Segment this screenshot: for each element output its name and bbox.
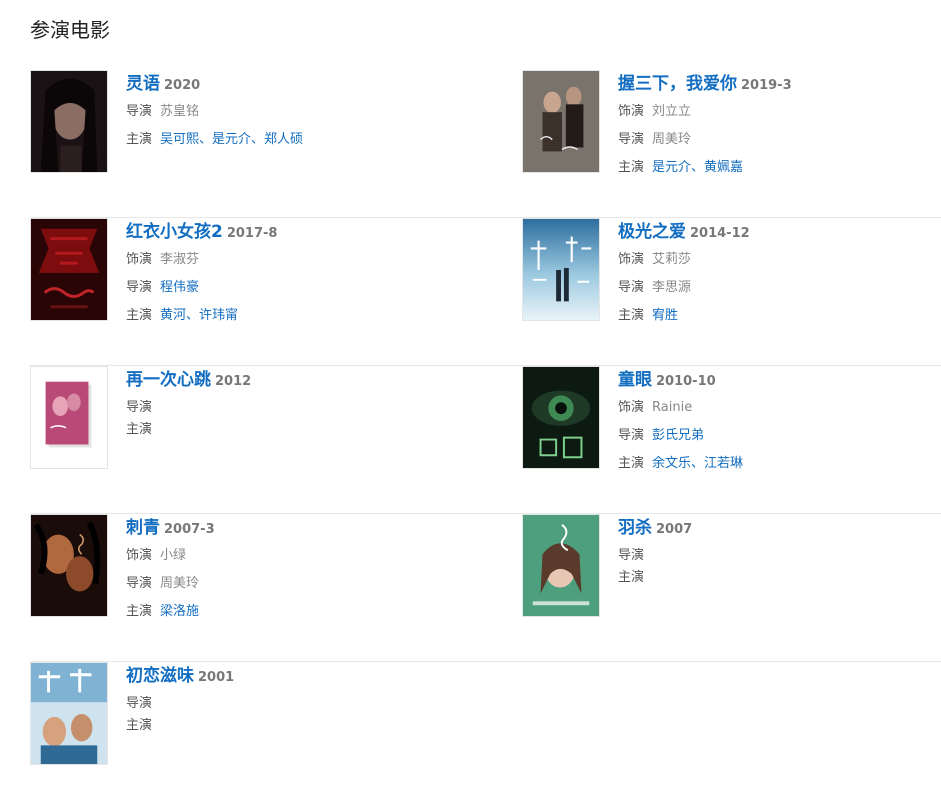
movie-title[interactable]: 灵语 [126, 74, 160, 94]
movie-title[interactable]: 红衣小女孩2 [126, 222, 223, 242]
cast-label: 主演 [618, 456, 645, 471]
director-label: 导演 [126, 280, 153, 295]
movie-card-yusha: 羽杀 2007 导演 主演 [522, 514, 941, 634]
movie-year: 2017-8 [226, 226, 278, 241]
movie-title[interactable]: 极光之爱 [618, 222, 686, 242]
role-name: 李淑芬 [160, 252, 200, 267]
poster-jiguang-icon[interactable] [522, 218, 600, 321]
role-name: 艾莉莎 [652, 252, 692, 267]
movie-row: 初恋滋味 2001 导演 主演 [30, 662, 941, 809]
movie-year: 2010-10 [656, 374, 716, 389]
poster-zaiyici-icon[interactable] [30, 366, 108, 469]
section-title: 参演电影 [30, 18, 110, 42]
director-label: 导演 [618, 280, 645, 295]
director-label: 导演 [618, 428, 645, 443]
role-name: 小绿 [160, 548, 187, 563]
role-label: 饰演 [126, 252, 153, 267]
cast-names[interactable]: 余文乐、江若琳 [652, 456, 743, 471]
cast-label: 主演 [126, 604, 153, 619]
movie-year: 2019-3 [741, 78, 792, 93]
movie-year: 2012 [215, 374, 252, 389]
movie-title[interactable]: 刺青 [126, 518, 160, 538]
director-label: 导演 [126, 104, 153, 119]
movie-row: 灵语 2020 导演 苏皇铭 主演 吴可熙、是元介、郑人硕 握三下，我爱你 20… [30, 70, 941, 218]
movie-year: 2007 [656, 522, 693, 537]
director-name[interactable]: 彭氏兄弟 [652, 428, 704, 443]
role-name: Rainie [652, 400, 693, 415]
poster-ciqing-icon[interactable] [30, 514, 108, 617]
movie-row: 再一次心跳 2012 导演 主演 童眼 2010-10 饰演 Rainie 导演… [30, 366, 941, 514]
movie-card-lingyu: 灵语 2020 导演 苏皇铭 主演 吴可熙、是元介、郑人硕 [30, 70, 470, 190]
poster-woshanxia-icon[interactable] [522, 70, 600, 173]
movie-year: 2001 [198, 670, 235, 685]
cast-names[interactable]: 宥胜 [652, 308, 678, 323]
movie-year: 2020 [164, 78, 201, 93]
cast-label: 主演 [618, 570, 645, 585]
movie-title[interactable]: 童眼 [618, 370, 652, 390]
cast-label: 主演 [126, 718, 153, 733]
movie-grid: 灵语 2020 导演 苏皇铭 主演 吴可熙、是元介、郑人硕 握三下，我爱你 20… [30, 70, 941, 809]
cast-label: 主演 [618, 308, 645, 323]
role-label: 饰演 [618, 104, 645, 119]
cast-label: 主演 [618, 160, 645, 175]
role-label: 饰演 [126, 548, 153, 563]
role-label: 饰演 [618, 400, 645, 415]
director-label: 导演 [126, 696, 153, 711]
cast-names[interactable]: 黄河、许玮甯 [160, 308, 238, 323]
cast-label: 主演 [126, 308, 153, 323]
movie-card-ciqing: 刺青 2007-3 饰演 小绿 导演 周美玲 主演 梁洛施 [30, 514, 470, 634]
poster-hongyi-icon[interactable] [30, 218, 108, 321]
director-name: 周美玲 [160, 576, 200, 591]
director-label: 导演 [126, 576, 153, 591]
movie-row: 刺青 2007-3 饰演 小绿 导演 周美玲 主演 梁洛施 羽杀 2007 导演… [30, 514, 941, 662]
movie-year: 2007-3 [164, 522, 215, 537]
cast-label: 主演 [126, 422, 153, 437]
role-name: 刘立立 [652, 104, 692, 119]
director-label: 导演 [126, 400, 153, 415]
poster-chulian-icon[interactable] [30, 662, 108, 765]
director-name: 苏皇铭 [160, 104, 200, 119]
cast-names[interactable]: 吴可熙、是元介、郑人硕 [160, 132, 303, 147]
cast-names[interactable]: 梁洛施 [160, 604, 199, 619]
movie-row: 红衣小女孩2 2017-8 饰演 李淑芬 导演 程伟豪 主演 黄河、许玮甯 极光… [30, 218, 941, 366]
cast-names[interactable]: 是元介、黄姵嘉 [652, 160, 743, 175]
movie-card-hongyi: 红衣小女孩2 2017-8 饰演 李淑芬 导演 程伟豪 主演 黄河、许玮甯 [30, 218, 470, 338]
movie-title[interactable]: 再一次心跳 [126, 370, 211, 390]
movie-year: 2014-12 [690, 226, 750, 241]
director-label: 导演 [618, 132, 645, 147]
cast-label: 主演 [126, 132, 153, 147]
movie-card-jiguang: 极光之爱 2014-12 饰演 艾莉莎 导演 李思源 主演 宥胜 [522, 218, 941, 338]
movie-title[interactable]: 握三下，我爱你 [618, 74, 737, 94]
role-label: 饰演 [618, 252, 645, 267]
movie-card-zaiyici: 再一次心跳 2012 导演 主演 [30, 366, 470, 486]
director-label: 导演 [618, 548, 645, 563]
poster-yusha-icon[interactable] [522, 514, 600, 617]
director-name[interactable]: 程伟豪 [160, 280, 199, 295]
movie-card-chulian: 初恋滋味 2001 导演 主演 [30, 662, 470, 782]
director-name: 李思源 [652, 280, 692, 295]
poster-lingyu-icon[interactable] [30, 70, 108, 173]
director-name: 周美玲 [652, 132, 692, 147]
movie-card-tongyan: 童眼 2010-10 饰演 Rainie 导演 彭氏兄弟 主演 余文乐、江若琳 [522, 366, 941, 486]
movie-card-woshanxia: 握三下，我爱你 2019-3 饰演 刘立立 导演 周美玲 主演 是元介、黄姵嘉 [522, 70, 941, 190]
movie-title[interactable]: 初恋滋味 [126, 666, 194, 686]
poster-tongyan-icon[interactable] [522, 366, 600, 469]
movie-title[interactable]: 羽杀 [618, 518, 652, 538]
